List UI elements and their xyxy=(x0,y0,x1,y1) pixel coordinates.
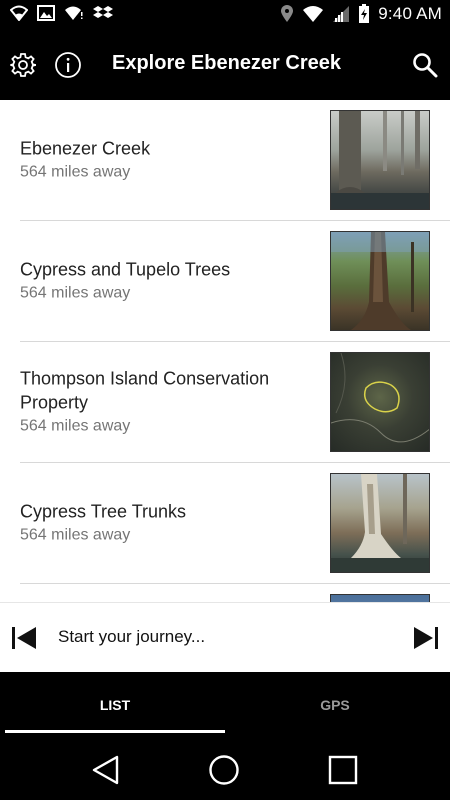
dropbox-icon xyxy=(93,6,113,18)
place-thumbnail xyxy=(330,352,430,452)
place-distance: 564 miles away xyxy=(20,526,131,544)
active-tab-indicator xyxy=(5,730,225,733)
gear-icon xyxy=(10,53,36,77)
place-thumbnail xyxy=(330,110,430,210)
recents-icon[interactable] xyxy=(327,754,359,786)
list-item-text: Thompson Island Conservation Property 56… xyxy=(20,367,310,438)
list-item-text: Cypress and Tupelo Trees 564 miles away xyxy=(20,258,310,305)
place-name: Thompson Island Conservation Property xyxy=(20,368,270,413)
location-icon xyxy=(281,5,294,22)
tab-bar: LIST GPS xyxy=(0,672,450,738)
status-bar: 9:40 AM xyxy=(0,0,450,30)
wifi-icon xyxy=(10,5,28,21)
list-item[interactable]: Cypress Tree Trunks 564 miles away xyxy=(20,463,450,584)
system-nav-bar xyxy=(0,738,450,800)
tab-list[interactable]: LIST xyxy=(5,672,225,738)
list-item[interactable] xyxy=(20,584,450,602)
image-icon xyxy=(37,5,55,21)
place-distance: 564 miles away xyxy=(20,163,131,181)
player-bar: Start your journey... xyxy=(0,602,450,672)
battery-icon xyxy=(359,4,370,23)
list-item-text: Cypress Tree Trunks 564 miles away xyxy=(20,500,310,547)
signal-icon xyxy=(333,6,350,22)
place-name: Ebenezer Creek xyxy=(20,138,151,159)
place-thumbnail xyxy=(330,594,430,602)
search-icon xyxy=(413,53,438,78)
status-left-icons xyxy=(10,5,113,21)
wifi-alert-icon xyxy=(65,6,83,20)
place-thumbnail xyxy=(330,231,430,331)
place-name: Cypress and Tupelo Trees xyxy=(20,259,231,280)
skip-next-icon[interactable] xyxy=(412,624,440,652)
settings-button[interactable] xyxy=(8,50,38,80)
app-bar: Explore Ebenezer Creek xyxy=(0,30,450,100)
info-button[interactable] xyxy=(53,50,83,80)
status-right-icons: 9:40 AM xyxy=(280,4,442,24)
place-distance: 564 miles away xyxy=(20,284,131,302)
skip-previous-icon[interactable] xyxy=(10,624,38,652)
status-time: 9:40 AM xyxy=(378,4,442,23)
places-list[interactable]: Ebenezer Creek 564 miles away Cypress an… xyxy=(0,100,450,602)
list-item-text: Ebenezer Creek 564 miles away xyxy=(20,137,310,184)
tab-gps[interactable]: GPS xyxy=(225,672,445,738)
list-item[interactable]: Ebenezer Creek 564 miles away xyxy=(20,100,450,221)
place-thumbnail xyxy=(330,473,430,573)
page-title: Explore Ebenezer Creek xyxy=(112,52,341,74)
wifi-icon xyxy=(303,6,324,22)
place-distance: 564 miles away xyxy=(20,417,131,435)
list-item[interactable]: Cypress and Tupelo Trees 564 miles away xyxy=(20,221,450,342)
journey-prompt[interactable]: Start your journey... xyxy=(58,627,205,647)
back-icon[interactable] xyxy=(90,754,122,786)
info-icon xyxy=(55,52,81,78)
place-name: Cypress Tree Trunks xyxy=(20,501,187,522)
search-button[interactable] xyxy=(410,50,440,80)
home-icon[interactable] xyxy=(208,754,240,786)
list-item[interactable]: Thompson Island Conservation Property 56… xyxy=(20,342,450,463)
